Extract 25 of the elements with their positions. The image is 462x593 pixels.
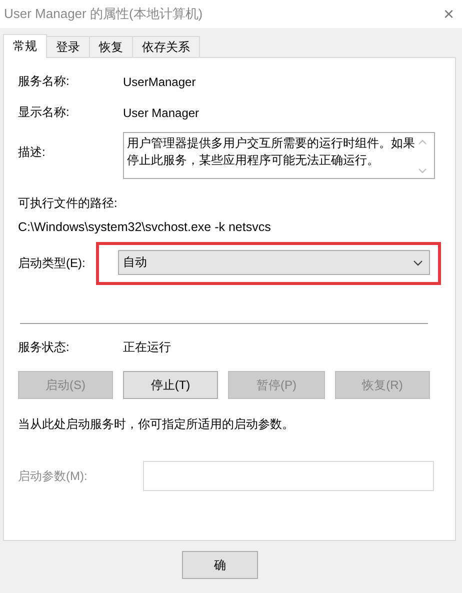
field-value: User Manager (123, 106, 200, 120)
field-label: 显示名称: (18, 104, 70, 121)
hint-text: 当从此处启动服务时，你可指定所适用的启动参数。 (18, 416, 295, 433)
chevron-down-icon (413, 260, 423, 266)
scroll-down-icon[interactable] (418, 168, 427, 174)
field-value: 正在运行 (123, 339, 171, 356)
tab[interactable]: 常规 (3, 34, 47, 58)
field-label: 服务状态: (18, 339, 70, 356)
field-label: 服务名称: (18, 73, 70, 90)
field-label: 启动类型(E): (18, 255, 86, 272)
field-label: 描述: (18, 144, 46, 161)
startup-type-dropdown[interactable]: 自动 (118, 250, 430, 275)
field-label: 可执行文件的路径: (18, 195, 118, 212)
tab[interactable]: 依存关系 (132, 36, 200, 57)
description-box[interactable]: 用户管理器提供多用户交互所需要的运行时组件。如果停止此服务，某些应用程序可能无法正确运行。 (123, 132, 435, 179)
file-path: C:\Windows\system32\svchost.exe -k netsvcs (18, 220, 272, 234)
ok-button[interactable]: 确 (182, 551, 258, 579)
scroll-up-icon[interactable] (418, 139, 427, 145)
description-text: 用户管理器提供多用户交互所需要的运行时组件。如果停止此服务，某些应用程序可能无法正确运行。 (127, 135, 416, 169)
field-value: UserManager (123, 74, 196, 88)
service-button[interactable]: 停止(T) (123, 371, 218, 399)
input-field[interactable] (143, 461, 434, 491)
window-title: User Manager 的属性(本地计算机) (4, 5, 203, 23)
field-label: 启动参数(M): (18, 468, 88, 484)
close-icon[interactable]: × (443, 5, 454, 23)
